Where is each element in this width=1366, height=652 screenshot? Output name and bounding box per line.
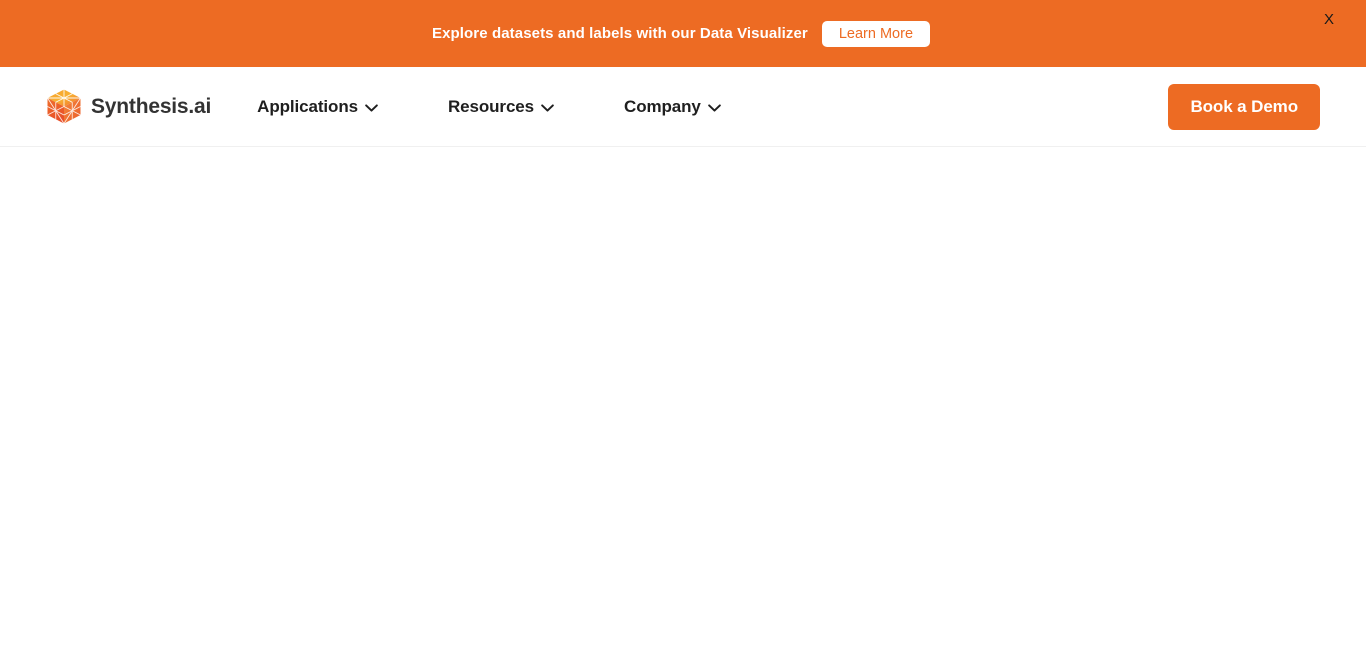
- nav-item-applications[interactable]: Applications: [257, 98, 412, 115]
- announcement-content: Explore datasets and labels with our Dat…: [431, 20, 931, 47]
- chevron-down-icon: [541, 104, 554, 112]
- page-content-area: [0, 147, 1366, 651]
- chevron-down-icon: [707, 104, 721, 112]
- book-a-demo-button[interactable]: Book a Demo: [1168, 83, 1320, 130]
- brand-name: Synthesis.ai: [91, 95, 212, 118]
- main-navigation: Applications Resources Company: [257, 98, 755, 115]
- nav-item-label: Applications: [257, 97, 358, 116]
- synthesis-cube-logo-icon: [47, 89, 81, 124]
- learn-more-button[interactable]: Learn More: [821, 20, 931, 47]
- nav-item-resources[interactable]: Resources: [448, 98, 588, 115]
- site-header: Synthesis.ai Applications Resources Comp…: [0, 67, 1366, 147]
- close-icon[interactable]: X: [1320, 10, 1338, 29]
- brand-logo-link[interactable]: Synthesis.ai: [46, 88, 211, 125]
- nav-item-label: Resources: [447, 97, 535, 116]
- announcement-banner: Explore datasets and labels with our Dat…: [0, 0, 1366, 67]
- announcement-message: Explore datasets and labels with our Dat…: [431, 25, 808, 42]
- nav-item-company[interactable]: Company: [624, 98, 755, 115]
- chevron-down-icon: [365, 104, 378, 112]
- nav-item-label: Company: [624, 97, 701, 116]
